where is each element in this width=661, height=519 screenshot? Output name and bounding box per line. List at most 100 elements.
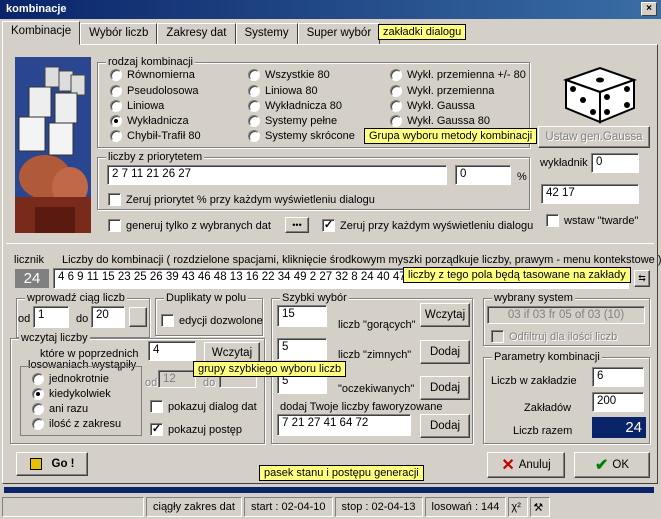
radio-wykl-gaussa[interactable]: Wykł. Gaussa bbox=[390, 100, 475, 112]
tab-wybor-liczb[interactable]: Wybór liczb bbox=[80, 23, 158, 45]
wykladnik-label: wykładnik bbox=[540, 157, 588, 169]
wczytaj-label: wczytaj liczby bbox=[19, 332, 90, 344]
system-value[interactable]: 03 if 03 fr 05 of 03 (10) bbox=[487, 306, 645, 324]
radio-circle bbox=[110, 69, 122, 81]
zakl-label: Zakładów bbox=[524, 402, 572, 414]
shuffle-icon[interactable]: ⇆ bbox=[634, 270, 650, 287]
status-start: start : 02-04-10 bbox=[243, 497, 333, 517]
od-input[interactable]: 1 bbox=[33, 306, 69, 328]
checkbox-label: generuj tylko z wybranych dat bbox=[126, 219, 271, 232]
pokazuj-dialog-check[interactable]: pokazuj dialog dat bbox=[150, 400, 257, 413]
wykladnik-value2[interactable]: 42 17 bbox=[541, 184, 639, 204]
radio-circle bbox=[110, 115, 122, 127]
radio-systemy-skrocone[interactable]: Systemy skrócone bbox=[248, 130, 355, 142]
wczytaj-od-input[interactable]: 12 bbox=[158, 370, 196, 388]
chi-square-icon[interactable]: χ² bbox=[508, 497, 529, 517]
priorytet-input[interactable]: 2 7 11 21 26 27 bbox=[107, 165, 447, 185]
dice-icon bbox=[562, 66, 638, 124]
tab-kombinacje[interactable]: Kombinacje bbox=[2, 21, 81, 45]
duplikaty-check[interactable]: edycji dozwolone bbox=[161, 314, 263, 327]
wstaw-twarde-check[interactable]: wstaw "twarde" bbox=[546, 214, 638, 227]
dates-more-button[interactable]: ••• bbox=[285, 217, 309, 233]
cards-illustration bbox=[15, 57, 91, 233]
wykladnik-input[interactable]: 0 bbox=[591, 153, 639, 173]
radio-wykl-gaussa-80[interactable]: Wykł. Gaussa 80 bbox=[390, 115, 490, 127]
radio-circle bbox=[110, 85, 122, 97]
zeruj-priorytet-check[interactable]: Zeruj priorytet % przy każdym wyświetlen… bbox=[108, 193, 375, 206]
rodzaj-label: rodzaj kombinacji bbox=[106, 56, 195, 68]
generuj-check[interactable]: generuj tylko z wybranych dat bbox=[108, 219, 271, 232]
fav-dodaj-button[interactable]: Dodaj bbox=[420, 414, 470, 438]
radio-circle bbox=[110, 130, 122, 142]
fav-input[interactable]: 7 21 27 41 64 72 bbox=[277, 414, 411, 436]
radio-wykl-przemienna-80[interactable]: Wykł. przemienna +/- 80 bbox=[390, 69, 526, 81]
close-button[interactable]: × bbox=[641, 2, 657, 16]
tip-quick: grupy szybkiego wyboru liczb bbox=[193, 361, 347, 377]
expected-dodaj-button[interactable]: Dodaj bbox=[420, 376, 470, 400]
radio-systemy-pelne[interactable]: Systemy pełne bbox=[248, 115, 337, 127]
radio-label: jednokrotnie bbox=[49, 373, 109, 385]
do-input[interactable]: 20 bbox=[91, 306, 125, 328]
tools-icon[interactable]: ⚒ bbox=[530, 497, 551, 517]
od-label: od bbox=[18, 313, 31, 325]
pokazuj-postep-check[interactable]: ✓ pokazuj postęp bbox=[150, 423, 242, 436]
radio-circle bbox=[32, 403, 44, 415]
razem-value: 24 bbox=[592, 417, 646, 438]
radio-ani-razu[interactable]: ani razu bbox=[32, 403, 88, 415]
radio-jednokrotnie[interactable]: jednokrotnie bbox=[32, 373, 109, 385]
tab-systemy[interactable]: Systemy bbox=[235, 23, 298, 45]
priorytet-pct-input[interactable]: 0 bbox=[455, 165, 511, 185]
zeruj-check[interactable]: ✓ Zeruj przy każdym wyświetleniu dialogu bbox=[322, 219, 533, 232]
playing-cards-icon bbox=[15, 57, 91, 233]
radio-liniowa[interactable]: Liniowa bbox=[110, 100, 164, 112]
liczb-input[interactable]: 6 bbox=[592, 367, 644, 387]
radio-chybil-trafil[interactable]: Chybił-Trafił 80 bbox=[110, 130, 201, 142]
status-range: ciągły zakres dat bbox=[146, 497, 242, 517]
wczytaj-count-input[interactable]: 4 bbox=[148, 341, 196, 361]
apply-range-button[interactable] bbox=[129, 307, 147, 327]
hot-input[interactable]: 15 bbox=[277, 305, 327, 327]
hot-wczytaj-button[interactable]: Wczytaj bbox=[420, 303, 470, 327]
radio-circle bbox=[390, 69, 402, 81]
radio-wykladnicza[interactable]: Wykładnicza bbox=[110, 115, 189, 127]
radio-label: Wykł. Gaussa 80 bbox=[407, 115, 491, 127]
radio-label: Wykł. przemienna +/- 80 bbox=[407, 69, 526, 81]
radio-kiedykolwiek[interactable]: kiedykolwiek bbox=[32, 388, 111, 400]
radio-circle bbox=[248, 115, 260, 127]
radio-liniowa-80[interactable]: Liniowa 80 bbox=[248, 85, 318, 97]
tip-method: Grupa wyboru metody kombinacji bbox=[364, 128, 538, 144]
checkbox-box: ✓ bbox=[150, 423, 163, 436]
radio-label: Liniowa 80 bbox=[265, 85, 318, 97]
go-label: Go ! bbox=[51, 458, 75, 470]
checkbox-box bbox=[150, 400, 163, 413]
cancel-button[interactable]: ✕ Anuluj bbox=[487, 452, 565, 478]
status-stop: stop : 02-04-13 bbox=[334, 497, 423, 517]
odfiltruj-check[interactable]: Odfiltruj dla ilości liczb bbox=[491, 330, 617, 343]
checkbox-box bbox=[161, 314, 174, 327]
radio-ilosc-z-zakresu[interactable]: ilość z zakresu bbox=[32, 418, 121, 430]
priorytet-label: liczby z priorytetem bbox=[106, 151, 205, 163]
cold-dodaj-button[interactable]: Dodaj bbox=[420, 340, 470, 364]
radio-pseudolosowa[interactable]: Pseudolosowa bbox=[110, 85, 199, 97]
fav-label: dodaj Twoje liczby faworyzowane bbox=[280, 401, 443, 413]
tab-zakresy-dat[interactable]: Zakresy dat bbox=[157, 23, 236, 45]
gauss-button[interactable]: Ustaw gen.Gaussa bbox=[538, 126, 650, 148]
zakl-input[interactable]: 200 bbox=[592, 392, 644, 412]
expected-label: "oczekiwanych" bbox=[338, 383, 415, 395]
radio-wykl-przemienna[interactable]: Wykł. przemienna bbox=[390, 85, 494, 97]
radio-label: Wykładnicza 80 bbox=[265, 100, 342, 112]
radio-label: ilość z zakresu bbox=[49, 418, 122, 430]
liczb-label: Liczb w zakładzie bbox=[491, 375, 577, 387]
tab-super-wybor[interactable]: Super wybór bbox=[297, 23, 381, 45]
status-bar: ciągły zakres dat start : 02-04-10 stop … bbox=[2, 497, 659, 517]
radio-wszystkie-80[interactable]: Wszystkie 80 bbox=[248, 69, 330, 81]
radio-rownomierna[interactable]: Równomierna bbox=[110, 69, 195, 81]
radio-label: Systemy pełne bbox=[265, 115, 338, 127]
ok-button[interactable]: ✔ OK bbox=[574, 452, 650, 478]
go-button[interactable]: Go ! bbox=[16, 452, 88, 476]
cold-input[interactable]: 5 bbox=[277, 338, 327, 360]
radio-circle bbox=[110, 100, 122, 112]
status-cell-empty bbox=[2, 497, 144, 517]
checkbox-box bbox=[108, 219, 121, 232]
radio-wykladnicza-80[interactable]: Wykładnicza 80 bbox=[248, 100, 342, 112]
